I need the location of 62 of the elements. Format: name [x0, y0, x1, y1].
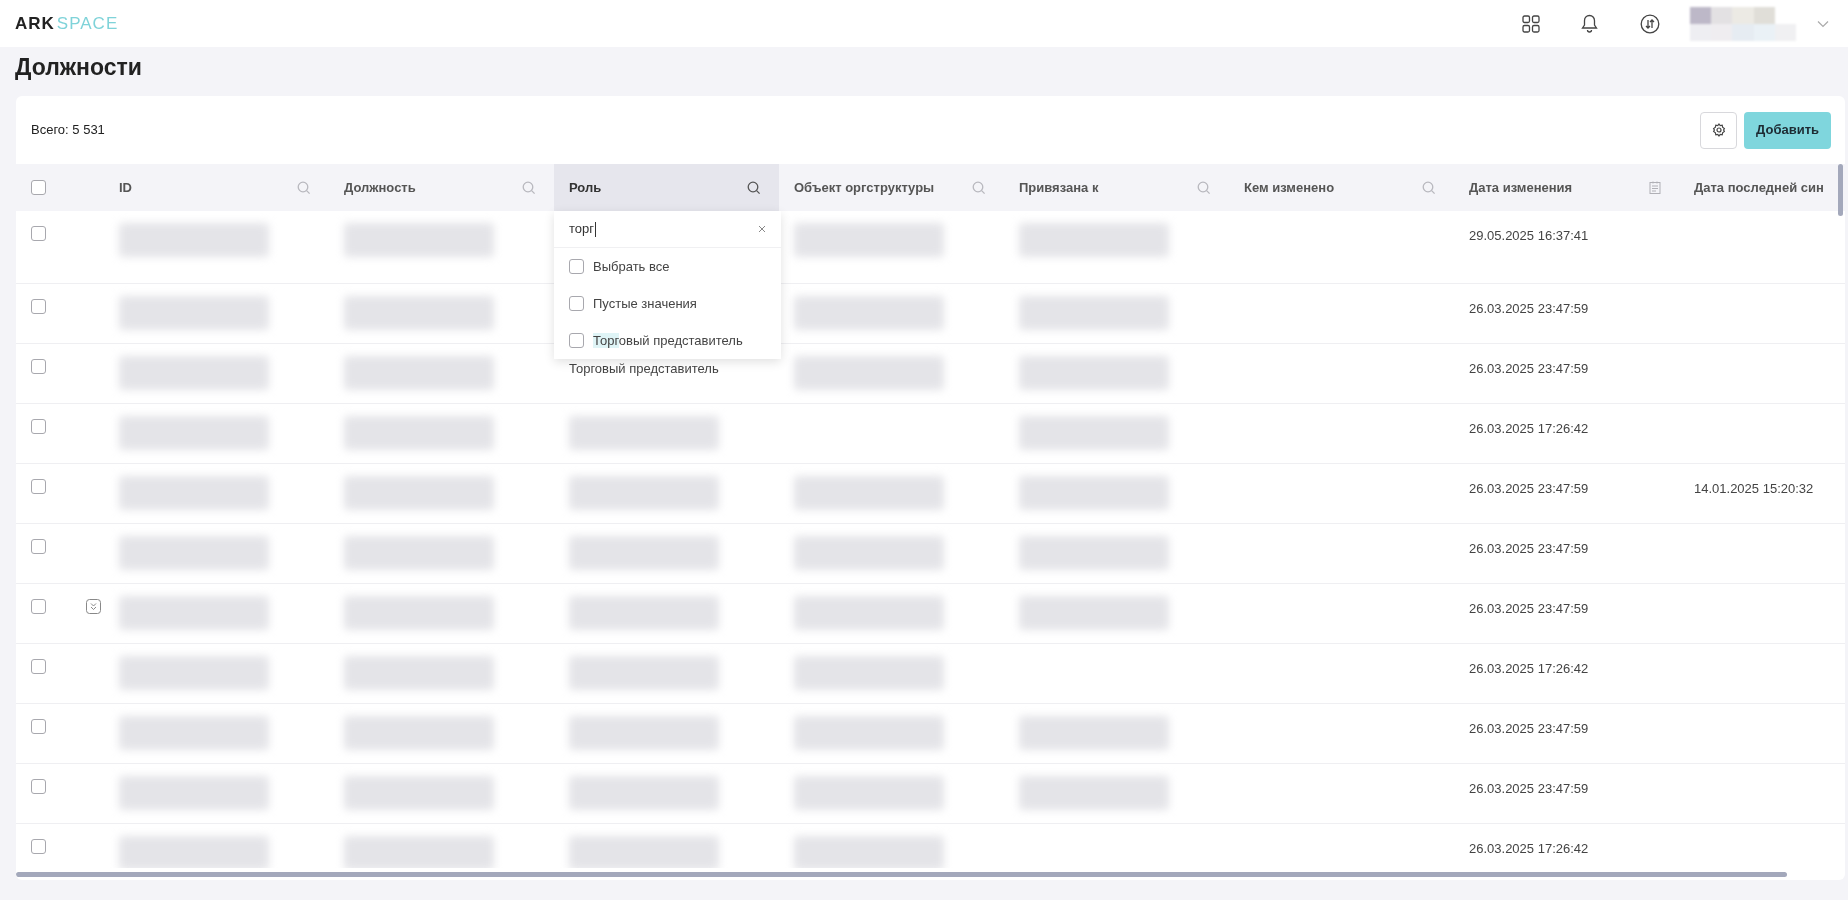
checkbox[interactable]	[31, 779, 46, 794]
option-label: Выбрать все	[593, 257, 670, 276]
checkbox[interactable]	[31, 226, 46, 241]
filter-search-value: торг	[569, 220, 594, 239]
settings-button[interactable]	[1700, 111, 1738, 149]
user-avatar[interactable]	[1690, 6, 1796, 41]
checkbox[interactable]	[31, 599, 46, 614]
checkbox[interactable]	[31, 359, 46, 374]
checkbox[interactable]	[31, 539, 46, 554]
option-label: Пустые значения	[593, 294, 697, 313]
vertical-scrollbar[interactable]	[1838, 164, 1843, 216]
checkbox[interactable]	[31, 479, 46, 494]
total-count: Всего: 5 531	[31, 121, 105, 140]
table-cell-text: 26.03.2025 23:47:59	[1469, 780, 1589, 798]
exchange-icon[interactable]	[1640, 13, 1660, 34]
table-cell-text: 26.03.2025 23:47:59	[1469, 480, 1589, 498]
table-cell-text: 14.01.2025 15:20:32	[1694, 480, 1814, 498]
column-title: ID	[119, 178, 132, 197]
search-icon[interactable]	[747, 180, 761, 195]
checkbox[interactable]	[31, 659, 46, 674]
table-cell-text: 26.03.2025 17:26:42	[1469, 660, 1589, 678]
table-cell-text: 26.03.2025 23:47:59	[1469, 300, 1589, 318]
calendar-icon[interactable]	[1649, 181, 1661, 194]
column-title: Должность	[344, 178, 416, 197]
option-label: Торговый представитель	[593, 331, 743, 350]
table-cell-text: Торговый представитель	[569, 360, 719, 378]
filter-search-field[interactable]: торг	[554, 211, 781, 248]
checkbox[interactable]	[569, 296, 584, 311]
checkbox[interactable]	[569, 333, 584, 348]
checkbox[interactable]	[569, 259, 584, 274]
filter-option[interactable]: Пустые значения	[554, 285, 781, 322]
add-button[interactable]: Добавить	[1744, 111, 1831, 149]
checkbox[interactable]	[31, 299, 46, 314]
checkbox[interactable]	[31, 719, 46, 734]
table-cell-text: 29.05.2025 16:37:41	[1469, 227, 1589, 245]
column-title: Привязана к	[1019, 178, 1099, 197]
close-icon[interactable]	[758, 225, 766, 233]
table-cell-text: 26.03.2025 23:47:59	[1469, 720, 1589, 738]
column-title: Дата изменения	[1469, 178, 1573, 197]
table-cell-text: 26.03.2025 23:47:59	[1469, 600, 1589, 618]
expand-icon[interactable]	[86, 599, 101, 614]
checkbox[interactable]	[31, 180, 46, 195]
horizontal-scrollbar[interactable]	[16, 871, 1787, 877]
page-title: Должности	[14, 53, 143, 82]
column-title: Дата последней син	[1694, 178, 1824, 197]
apps-grid-icon[interactable]	[1522, 14, 1540, 33]
table-cell-text: 26.03.2025 23:47:59	[1469, 540, 1589, 558]
checkbox[interactable]	[31, 839, 46, 854]
checkbox[interactable]	[31, 419, 46, 434]
settings-icon	[1711, 123, 1726, 137]
bell-icon[interactable]	[1581, 14, 1598, 33]
column-title: Кем изменено	[1244, 178, 1335, 197]
column-title: Объект оргструктуры	[794, 178, 935, 197]
column-header[interactable]: Роль	[554, 164, 779, 211]
logo[interactable]: ARKSPACE	[15, 10, 119, 37]
column-title: Роль	[569, 178, 602, 197]
chevron-down-icon[interactable]	[1817, 19, 1829, 28]
filter-option[interactable]: Выбрать все	[554, 248, 781, 285]
table-cell-text: 26.03.2025 17:26:42	[1469, 840, 1589, 858]
filter-option[interactable]: Торговый представитель	[554, 322, 781, 359]
table-cell-text: 26.03.2025 23:47:59	[1469, 360, 1589, 378]
table-cell-text: 26.03.2025 17:26:42	[1469, 420, 1589, 438]
